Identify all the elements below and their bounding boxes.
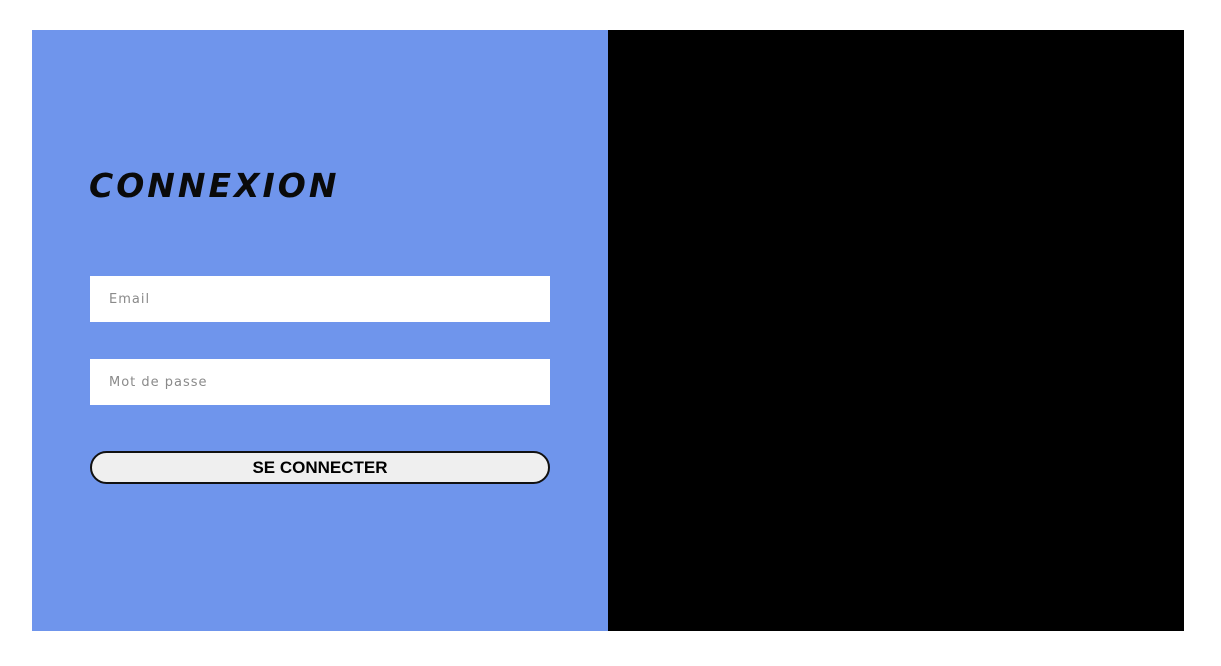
image-panel [608,30,1184,631]
email-field[interactable] [90,276,550,322]
login-button[interactable]: SE CONNECTER [90,451,550,484]
page-title: CONNEXION [89,166,340,205]
login-card: CONNEXION SE CONNECTER [32,30,1184,631]
login-form-panel: CONNEXION SE CONNECTER [32,30,608,631]
password-field[interactable] [90,359,550,405]
